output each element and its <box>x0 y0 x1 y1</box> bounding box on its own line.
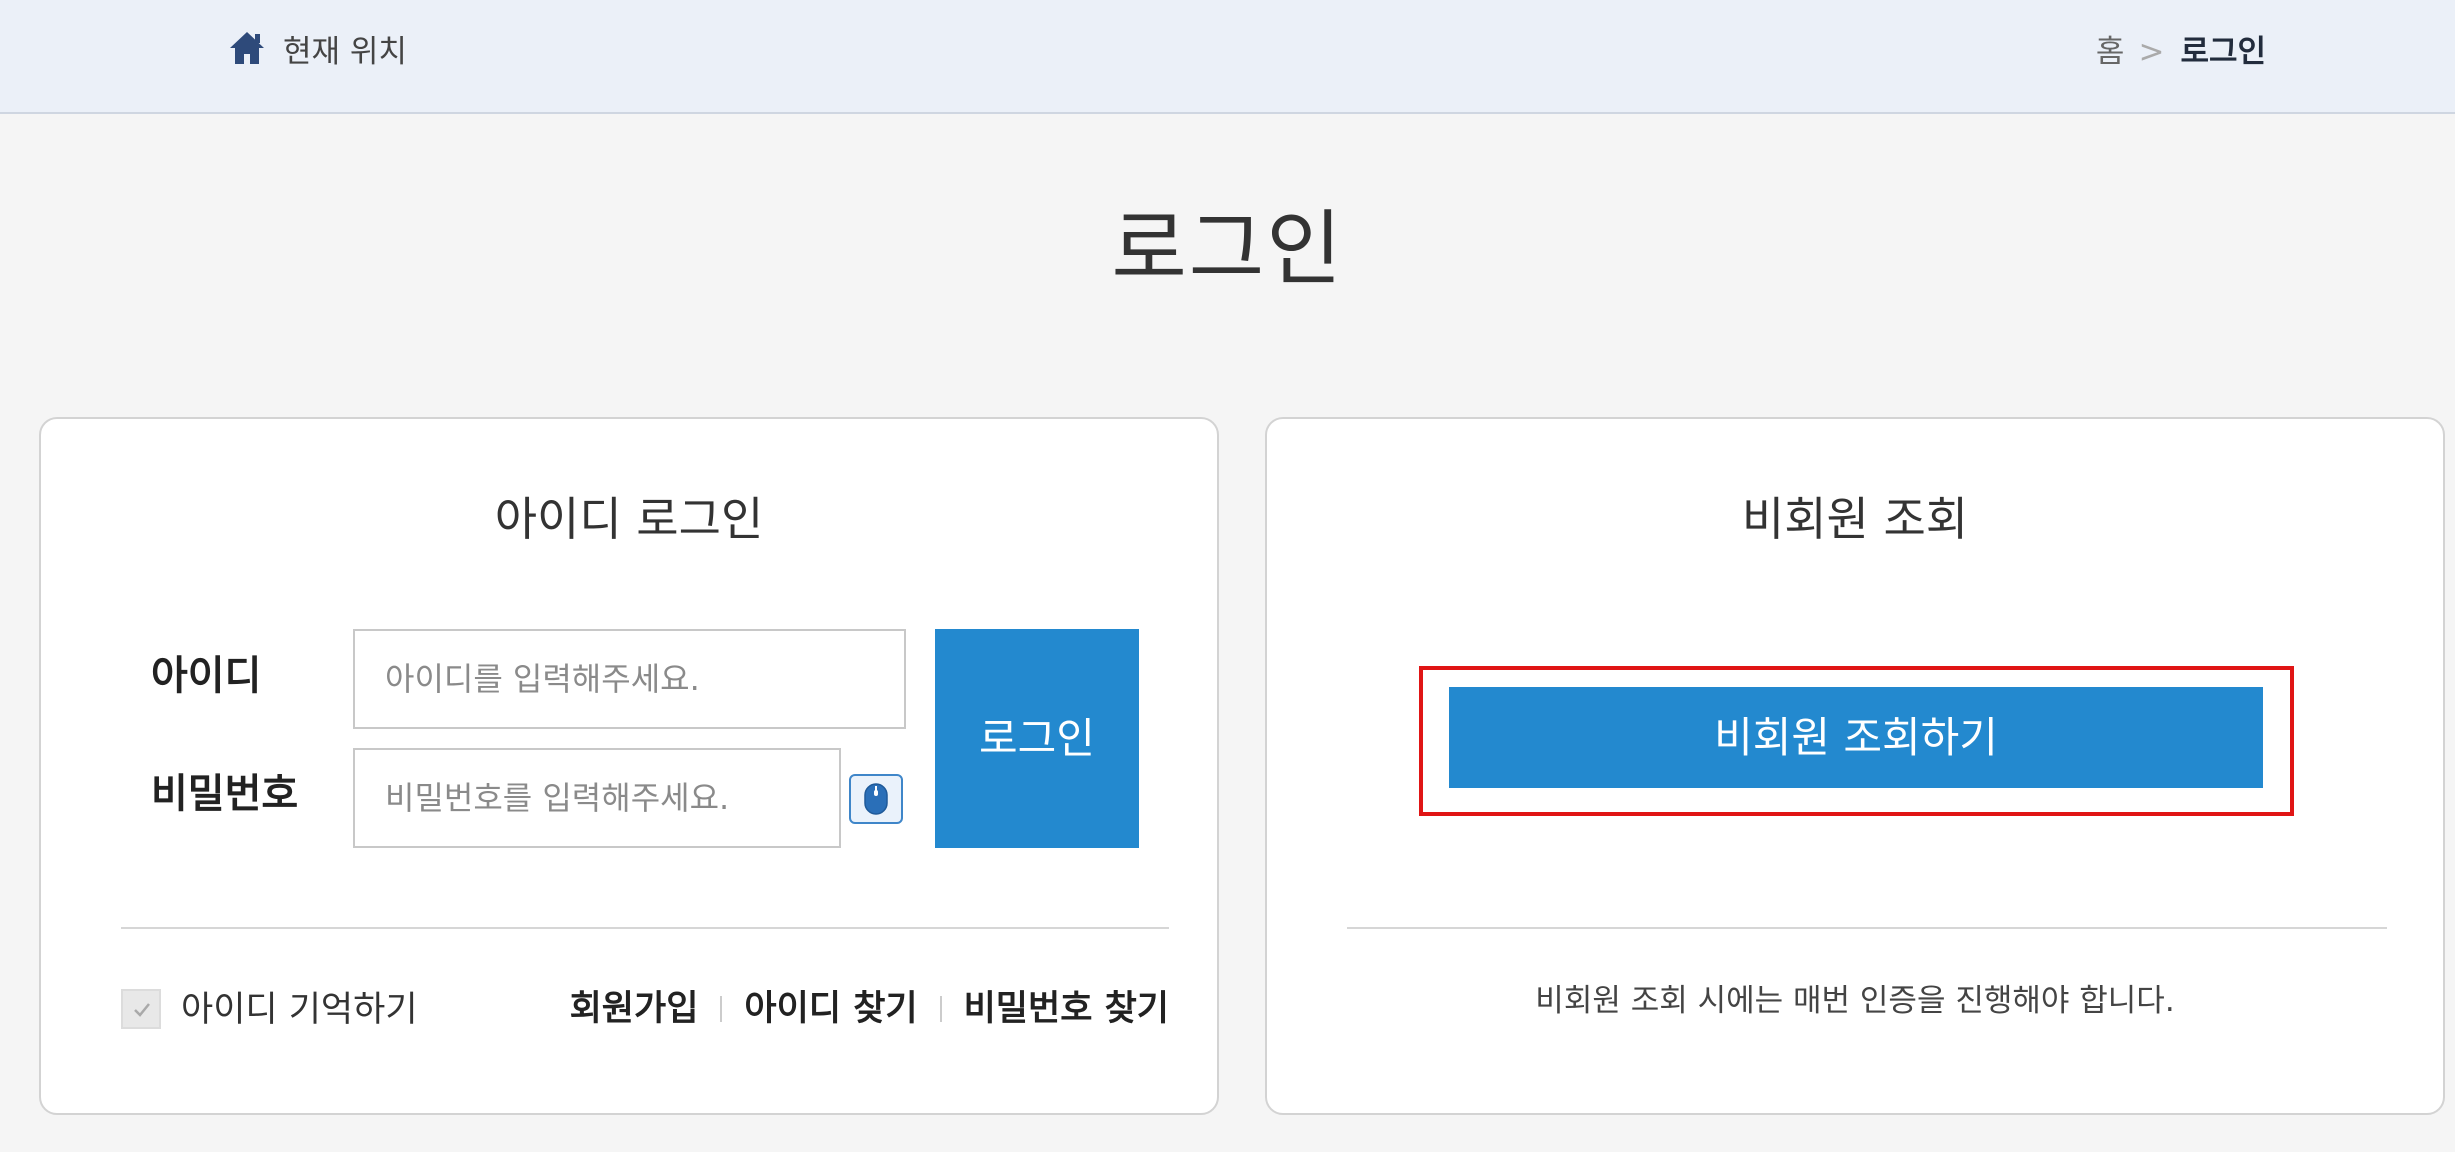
location-bar: 현재 위치 홈 > 로그인 <box>0 0 2455 114</box>
mouse-icon <box>864 783 888 815</box>
virtual-keyboard-button[interactable] <box>849 774 903 824</box>
remember-id-checkbox[interactable] <box>121 989 161 1029</box>
guest-notice: 비회원 조회 시에는 매번 인증을 진행해야 합니다. <box>1535 983 2175 1019</box>
remember-id-label[interactable]: 아이디 기억하기 <box>181 987 418 1033</box>
find-id-link[interactable]: 아이디 찾기 <box>744 986 917 1032</box>
password-input[interactable] <box>353 748 841 848</box>
location-label: 현재 위치 <box>283 34 407 70</box>
page-title: 로그인 <box>1111 202 1344 297</box>
breadcrumb-home[interactable]: 홈 <box>2096 32 2125 72</box>
guest-lookup-panel: 비회원 조회 비회원 조회하기 비회원 조회 시에는 매번 인증을 진행해야 합… <box>1265 417 2445 1115</box>
id-input[interactable] <box>353 629 906 729</box>
id-login-panel: 아이디 로그인 아이디 비밀번호 로그인 아이디 기억하기 회원가입 아이디 찾… <box>39 417 1219 1115</box>
link-separator <box>720 996 723 1022</box>
guest-lookup-button[interactable]: 비회원 조회하기 <box>1449 687 2263 788</box>
id-label: 아이디 <box>151 653 262 699</box>
breadcrumb: 홈 > 로그인 <box>2096 32 2266 72</box>
id-login-title: 아이디 로그인 <box>494 492 764 546</box>
breadcrumb-current: 로그인 <box>2180 34 2266 70</box>
guest-lookup-title: 비회원 조회 <box>1741 492 1969 546</box>
check-icon <box>134 1003 150 1017</box>
link-separator <box>939 996 942 1022</box>
divider <box>1347 927 2387 929</box>
divider <box>121 927 1169 929</box>
login-button[interactable]: 로그인 <box>935 629 1139 848</box>
find-password-link[interactable]: 비밀번호 찾기 <box>964 986 1169 1032</box>
signup-link[interactable]: 회원가입 <box>570 986 699 1032</box>
home-icon[interactable] <box>228 30 266 66</box>
account-links: 회원가입 아이디 찾기 비밀번호 찾기 <box>570 986 1169 1032</box>
password-label: 비밀번호 <box>151 771 299 817</box>
breadcrumb-separator: > <box>2138 34 2165 70</box>
